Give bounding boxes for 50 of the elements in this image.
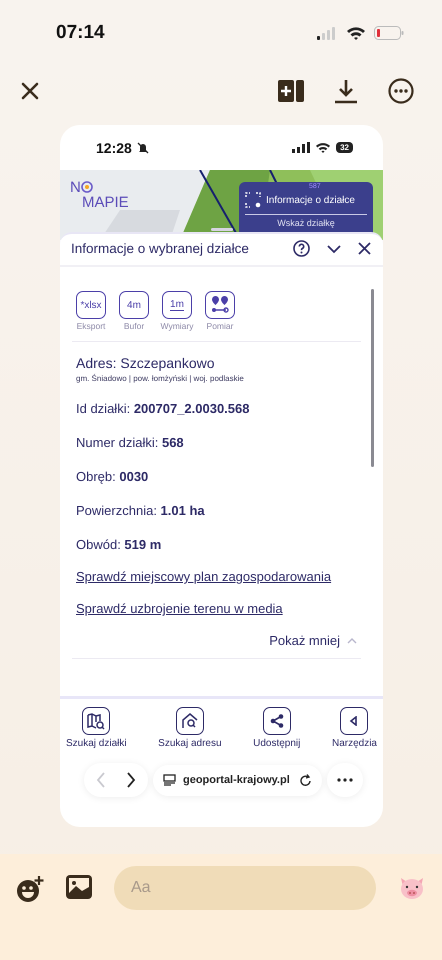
close-icon[interactable] <box>358 242 371 255</box>
status-time: 07:14 <box>56 22 105 44</box>
address-bar[interactable]: geoportal-krajowy.pl <box>153 764 322 796</box>
nav-button[interactable]: Szukaj działki <box>66 707 127 749</box>
forward-icon[interactable] <box>126 772 136 788</box>
close-icon[interactable] <box>20 81 40 101</box>
help-icon[interactable] <box>293 240 310 257</box>
status-time: 12:28 <box>96 140 132 156</box>
address-title: Adres: Szczepankowo <box>76 355 216 371</box>
share-icon <box>270 714 284 728</box>
reload-icon[interactable] <box>300 774 312 786</box>
panel-title: Informacje o działce <box>266 194 355 206</box>
add-panel-icon[interactable] <box>278 80 304 102</box>
parcel-field: Numer działki: 568 <box>72 425 361 459</box>
download-icon[interactable] <box>334 78 358 104</box>
panel-action[interactable]: Wskaż działkę <box>245 215 367 228</box>
pins-icon <box>211 295 229 315</box>
bell-muted-icon <box>136 142 149 154</box>
wifi-icon <box>315 142 332 153</box>
parcel-field: Obwód: 519 m <box>72 527 361 561</box>
nav-button[interactable]: Szukaj adresu <box>158 707 222 749</box>
wifi-icon <box>346 26 366 40</box>
select-parcel-icon <box>245 192 261 208</box>
address-detail: gm. Śniadowo | pow. łomżyński | woj. podlaskie <box>76 374 245 383</box>
map-search-icon <box>87 712 106 730</box>
parcel-field: Obręb: 0030 <box>72 459 361 493</box>
page-icon <box>163 774 176 786</box>
signal-icon <box>292 142 310 153</box>
message-field[interactable]: Aa <box>114 866 376 910</box>
show-less-button[interactable]: Pokaż mniej <box>269 625 361 656</box>
nav-button[interactable]: Udostępnij <box>253 707 300 749</box>
link[interactable]: Sprawdź miejscowy plan zagospodarowania <box>72 561 361 593</box>
battery-icon <box>374 26 404 40</box>
chevron-up-icon <box>347 637 357 644</box>
collapse-icon[interactable] <box>327 244 341 254</box>
pig-icon[interactable] <box>398 875 426 901</box>
battery-level: 32 <box>336 142 353 153</box>
triangle-icon <box>349 716 360 726</box>
more-icon[interactable] <box>388 78 414 104</box>
nav-button[interactable]: Narzędzia <box>332 707 377 749</box>
signal-icon <box>316 26 338 40</box>
parcel-field: Powierzchnia: 1.01 ha <box>72 493 361 527</box>
house-search-icon <box>180 712 199 730</box>
image-icon[interactable] <box>66 875 92 899</box>
parcel-field: Id działki: 200707_2.0030.568 <box>72 391 361 425</box>
more-icon <box>337 778 353 782</box>
url-text: geoportal-krajowy.pl <box>183 774 291 786</box>
link[interactable]: Sprawdź uzbrojenie terenu w media <box>72 593 361 625</box>
logo: N MAPIE <box>70 180 129 210</box>
sticker-add-icon[interactable] <box>16 875 44 903</box>
